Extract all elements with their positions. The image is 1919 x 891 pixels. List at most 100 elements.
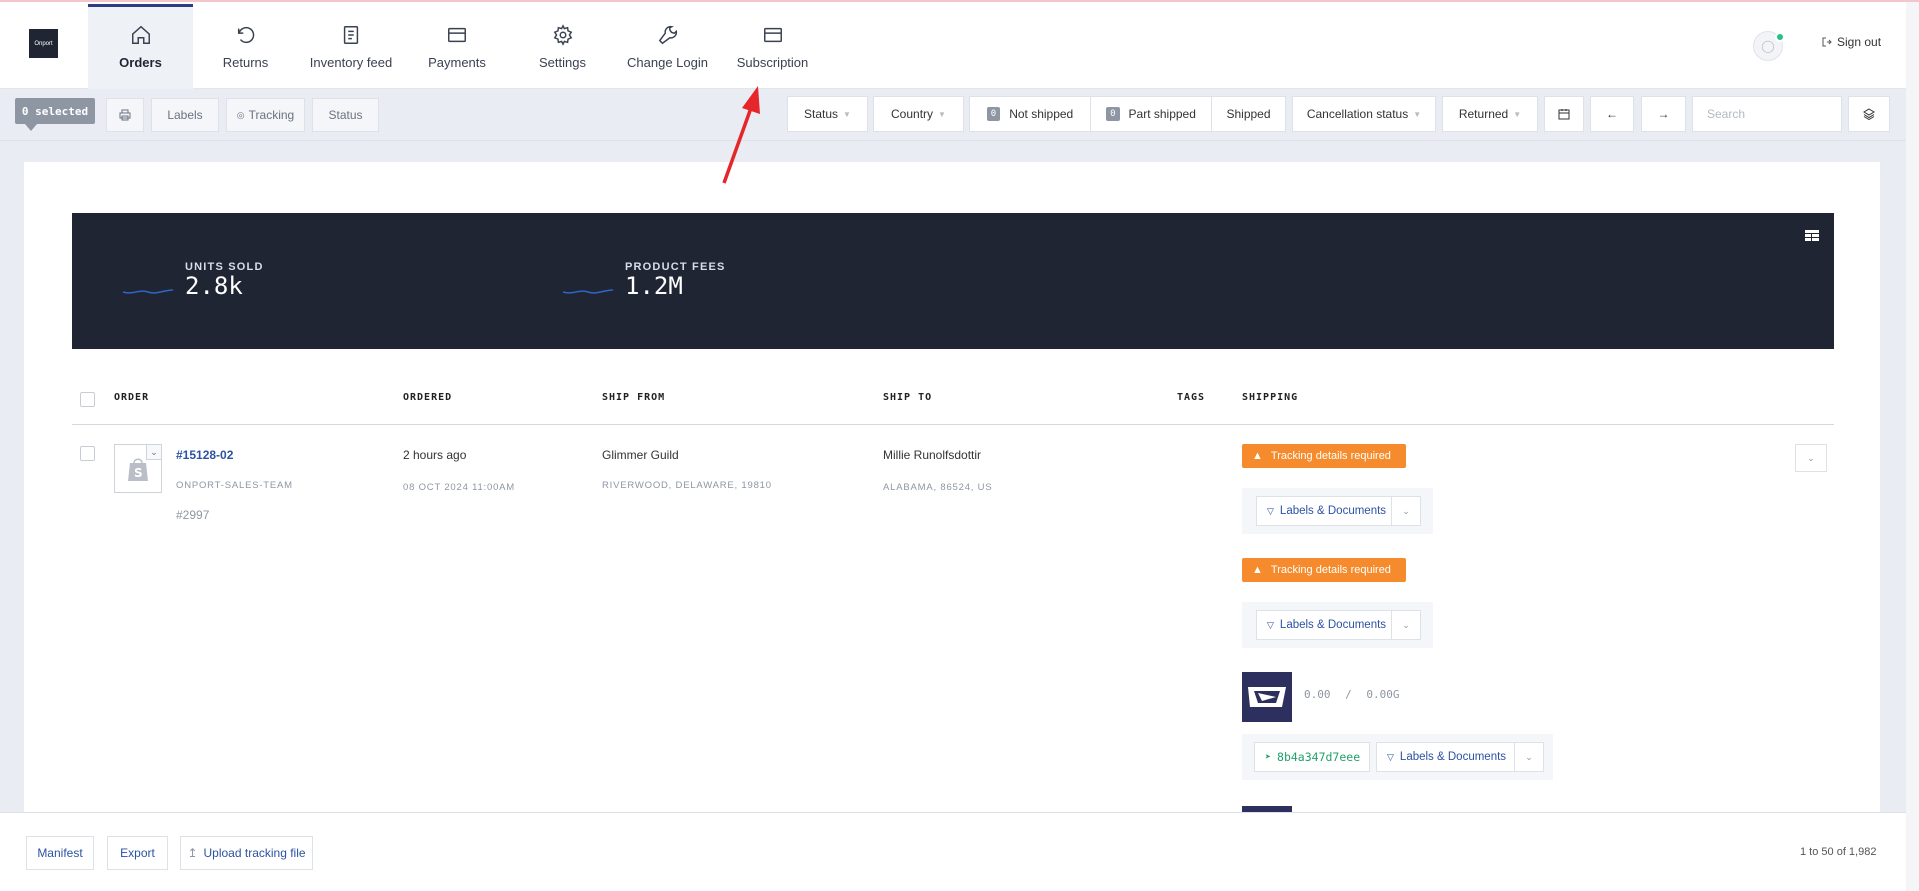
usps-eagle-icon	[1248, 687, 1286, 707]
shipment-menu-dropdown[interactable]: ⌄	[1391, 610, 1421, 640]
selected-count-badge: 0 selected	[15, 98, 95, 131]
labels-documents-button[interactable]: ▽ Labels & Documents	[1256, 496, 1398, 526]
nav-subscription[interactable]: Subscription	[720, 4, 825, 90]
chevron-down-icon: ⌄	[1402, 505, 1410, 516]
warning-icon: ▲	[1252, 450, 1263, 462]
labels-documents-button[interactable]: ▽ Labels & Documents	[1376, 742, 1518, 772]
row-actions-dropdown[interactable]: ⌄	[1795, 444, 1827, 472]
status-filter-label: Status	[804, 107, 839, 121]
ship-to-address: ALABAMA, 86524, US	[883, 482, 993, 493]
print-button[interactable]	[106, 98, 144, 132]
country-filter-dropdown[interactable]: Country ▼	[873, 96, 964, 132]
tracking-required-label: Tracking details required	[1270, 564, 1391, 576]
sign-out-icon	[1822, 37, 1832, 47]
filter-toolbar: 0 selected Labels ◎ Tracking Status Stat…	[0, 89, 1919, 141]
tag-icon: ▽	[1267, 505, 1274, 516]
wrench-icon	[658, 25, 677, 45]
table-view-icon[interactable]	[1805, 230, 1819, 241]
nav-change-login[interactable]: Change Login	[615, 4, 720, 90]
labels-button-label: Labels	[167, 108, 203, 122]
labels-button[interactable]: Labels	[151, 98, 219, 132]
chevron-down-icon: ⌄	[150, 446, 158, 457]
layers-icon	[1863, 108, 1875, 120]
export-label: Export	[120, 846, 155, 860]
not-shipped-filter[interactable]: 0 Not shipped	[969, 96, 1091, 132]
nav-returns[interactable]: Returns	[193, 4, 298, 90]
export-button[interactable]: Export	[107, 836, 168, 870]
onport-logo[interactable]: Onport	[29, 29, 58, 58]
country-filter-label: Country	[891, 107, 934, 121]
user-icon: ◯	[1761, 39, 1775, 53]
shipped-label: Shipped	[1226, 107, 1271, 121]
shipment-menu-dropdown[interactable]: ⌄	[1391, 496, 1421, 526]
shipment-actions-3: ➤ 8b4a347d7eee ▽ Labels & Documents ⌄	[1242, 734, 1553, 780]
chevron-down-icon: ▼	[1513, 109, 1522, 119]
usps-carrier-logo	[1242, 672, 1292, 722]
row-checkbox[interactable]	[80, 446, 95, 461]
upload-tracking-file-button[interactable]: ↥ Upload tracking file	[180, 836, 313, 870]
tag-icon: ▽	[1387, 751, 1394, 762]
labels-documents-label: Labels & Documents	[1279, 619, 1387, 631]
gear-icon	[553, 24, 572, 46]
svg-text:S: S	[134, 466, 143, 480]
order-reference: #2997	[176, 508, 210, 522]
next-page-button[interactable]: →	[1641, 96, 1686, 132]
card-icon	[448, 27, 466, 43]
online-status-dot	[1775, 32, 1785, 42]
nav-settings[interactable]: Settings	[510, 4, 615, 90]
sign-out-label: Sign out	[1837, 35, 1882, 49]
header-ordered: ORDERED	[403, 392, 453, 403]
nav-returns-label: Returns	[222, 55, 269, 70]
chevron-down-icon: ⌄	[1525, 751, 1533, 762]
part-shipped-filter[interactable]: 0 Part shipped	[1090, 96, 1212, 132]
returned-filter-dropdown[interactable]: Returned ▼	[1442, 96, 1538, 132]
layers-button[interactable]	[1848, 96, 1890, 132]
shipment-menu-dropdown[interactable]: ⌄	[1514, 742, 1544, 772]
status-filter-dropdown[interactable]: Status ▼	[787, 96, 868, 132]
location-arrow-icon: ➤	[1265, 751, 1272, 763]
nav-payments[interactable]: Payments	[404, 4, 510, 90]
chevron-down-icon: ▼	[843, 109, 851, 119]
not-shipped-label: Not shipped	[1009, 107, 1074, 121]
header-divider	[72, 424, 1834, 425]
weight-value: 0.00	[1304, 688, 1331, 701]
date-filter-button[interactable]	[1544, 96, 1584, 132]
ship-to-name: Millie Runolfsdottir	[883, 448, 982, 462]
shipment-actions-1: ▽ Labels & Documents ⌄	[1242, 488, 1433, 534]
pagination-info: 1 to 50 of 1,982	[1800, 846, 1877, 858]
select-all-checkbox[interactable]	[80, 392, 95, 407]
labels-documents-button[interactable]: ▽ Labels & Documents	[1256, 610, 1398, 640]
nav-orders-label: Orders	[119, 55, 162, 70]
row-expand-toggle[interactable]: ⌄	[146, 445, 161, 460]
header-ship-to: SHIP TO	[883, 392, 933, 403]
calendar-icon	[1558, 109, 1570, 120]
top-navigation: Onport Orders Returns Inventory feed Pay…	[0, 0, 1919, 90]
nav-inventory-feed[interactable]: Inventory feed	[298, 4, 404, 90]
sign-out-link[interactable]: Sign out	[1822, 35, 1881, 49]
shipped-filter[interactable]: Shipped	[1211, 96, 1286, 132]
manifest-label: Manifest	[37, 846, 83, 860]
nav-orders[interactable]: Orders	[88, 4, 193, 90]
status-action-button[interactable]: Status	[312, 98, 379, 132]
previous-page-button[interactable]: ←	[1590, 96, 1634, 132]
order-number-link[interactable]: #15128-02	[176, 448, 233, 462]
chevron-down-icon: ▼	[1413, 109, 1422, 119]
shipment-actions-2: ▽ Labels & Documents ⌄	[1242, 602, 1433, 648]
home-icon	[131, 25, 150, 44]
search-input[interactable]: Search	[1692, 96, 1842, 132]
tracking-button[interactable]: ◎ Tracking	[226, 98, 305, 132]
order-store: ONPORT-SALES-TEAM	[176, 480, 293, 491]
tracking-number-link[interactable]: ➤ 8b4a347d7eee	[1254, 742, 1370, 772]
notebook-icon	[343, 26, 359, 44]
cancellation-status-dropdown[interactable]: Cancellation status ▼	[1292, 96, 1436, 132]
upload-tracking-file-label: Upload tracking file	[203, 846, 306, 860]
tracking-required-badge: ▲ Tracking details required	[1242, 444, 1406, 468]
tracking-required-label: Tracking details required	[1270, 450, 1391, 462]
vertical-scrollbar[interactable]	[1906, 2, 1919, 891]
weight-total: 0.00G	[1366, 688, 1400, 701]
nav-settings-label: Settings	[539, 55, 586, 70]
tracking-icon: ◎	[236, 109, 245, 120]
manifest-button[interactable]: Manifest	[26, 836, 94, 870]
ordered-relative: 2 hours ago	[403, 448, 467, 462]
tag-icon: ▽	[1267, 619, 1274, 630]
